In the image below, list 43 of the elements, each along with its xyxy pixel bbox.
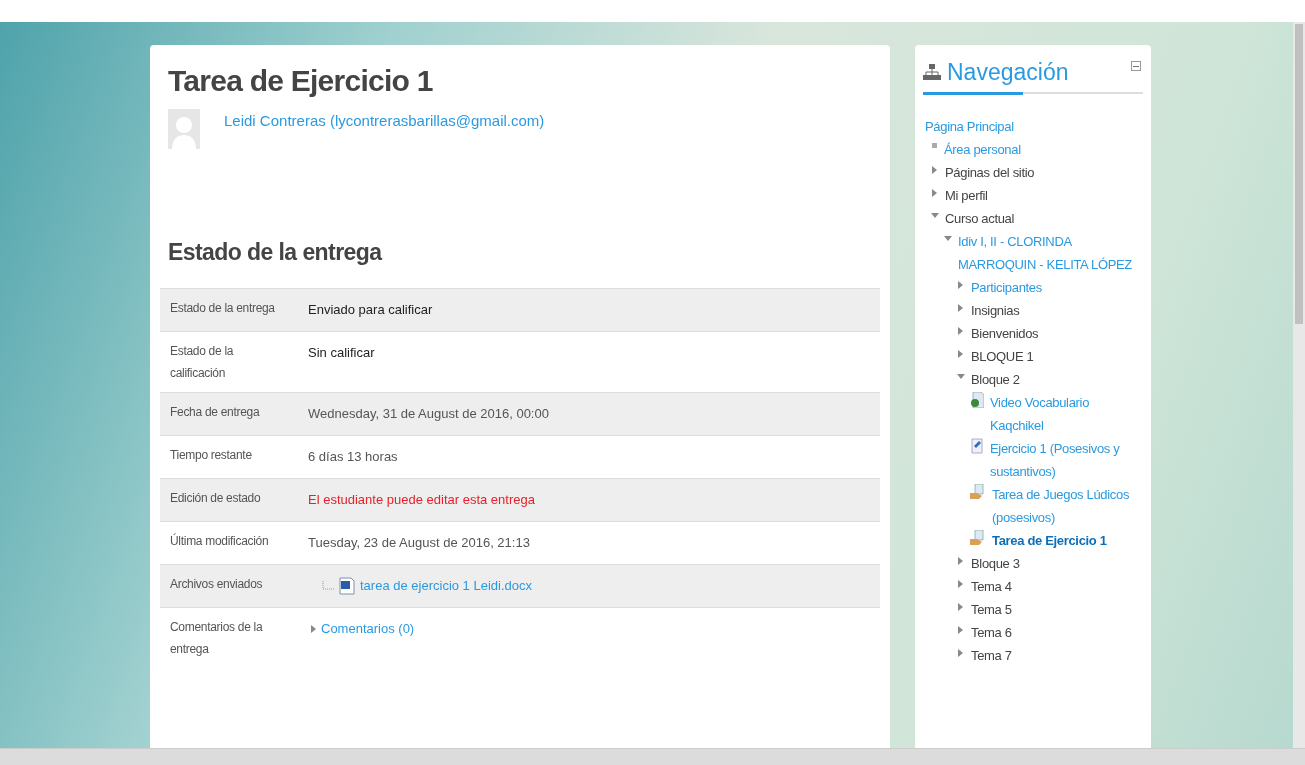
status-value: Sin calificar (308, 344, 375, 360)
avatar-icon (168, 109, 200, 149)
nav-link[interactable]: Tarea de Ejercicio 1 (992, 529, 1107, 552)
section-heading: Estado de la entrega (168, 238, 384, 267)
nav-link[interactable]: Tema 6 (971, 621, 1012, 644)
field-label: Edición de estado (170, 490, 261, 505)
field-label: Tiempo restante (170, 447, 252, 462)
nav-link[interactable]: Curso actual (945, 207, 1015, 230)
block-title: Navegación (947, 58, 1069, 87)
status-value: Tuesday, 23 de August de 2016, 21:13 (308, 534, 530, 550)
status-value: Enviado para calificar (308, 301, 433, 317)
nav-link[interactable]: Bienvenidos (971, 322, 1039, 345)
field-label: Última modificación (170, 533, 269, 548)
nav-link[interactable]: Mi perfil (945, 184, 988, 207)
status-value: El estudiante puede editar esta entrega (308, 491, 535, 507)
quiz-page-icon (970, 438, 984, 454)
field-label: Comentarios de la entrega (170, 619, 263, 656)
field-label: Fecha de entrega (170, 404, 260, 419)
hand-document-icon (970, 530, 986, 546)
vertical-scrollbar[interactable] (1293, 22, 1305, 748)
hand-document-icon (970, 484, 986, 500)
page-title: Tarea de Ejercicio 1 (168, 63, 434, 99)
nav-link[interactable]: Páginas del sitio (945, 161, 1035, 184)
sitemap-icon (923, 64, 941, 80)
bullet-icon (932, 143, 937, 148)
tree-connector-icon (322, 580, 334, 591)
status-value: 6 días 13 horas (308, 448, 398, 464)
nav-link[interactable]: Tema 7 (971, 644, 1012, 667)
field-label: Estado de la entrega (170, 300, 275, 315)
word-document-icon (339, 576, 355, 595)
nav-link[interactable]: Bloque 2 (971, 368, 1020, 391)
field-label: Estado de la calificación (170, 343, 234, 380)
nav-link[interactable]: Tema 5 (971, 598, 1012, 621)
document-globe-icon (970, 392, 984, 408)
nav-link[interactable]: BLOQUE 1 (971, 345, 1034, 368)
field-label: Archivos enviados (170, 576, 263, 591)
status-value: Wednesday, 31 de August de 2016, 00:00 (308, 405, 549, 421)
nav-link[interactable]: Insignias (971, 299, 1020, 322)
nav-link[interactable]: Bloque 3 (971, 552, 1020, 575)
collapse-button[interactable] (1131, 61, 1141, 71)
horizontal-scrollbar[interactable] (0, 748, 1305, 765)
caret-right-icon (311, 623, 317, 634)
nav-link[interactable]: Tema 4 (971, 575, 1012, 598)
